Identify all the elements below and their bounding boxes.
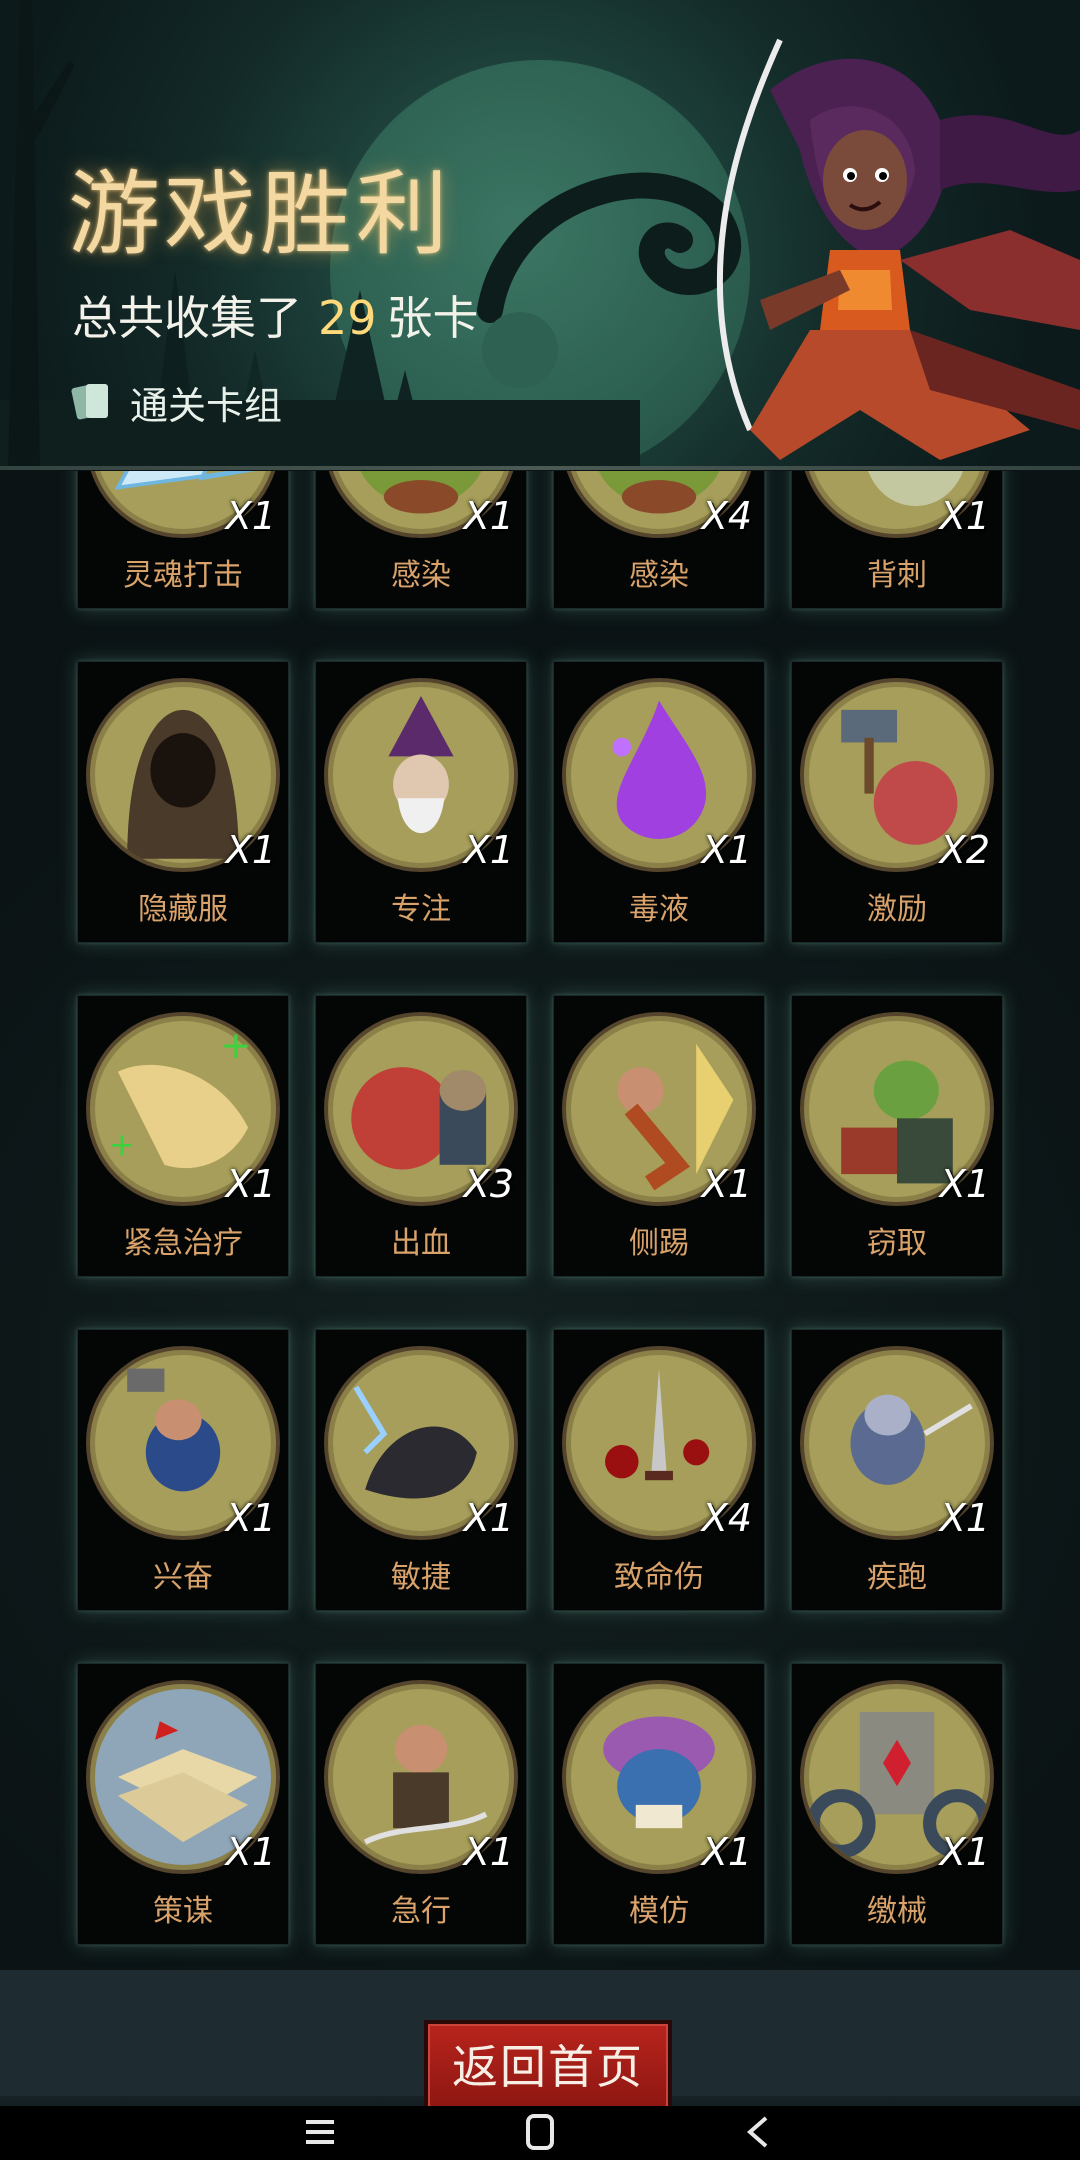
card-tile[interactable]: X1 敏捷 xyxy=(315,1329,527,1611)
card-name: 出血 xyxy=(391,1226,451,1261)
card-tile[interactable]: X1 感染 xyxy=(315,471,527,609)
card-tile[interactable]: X1 缴械 xyxy=(791,1663,1003,1945)
header-divider xyxy=(0,466,1080,470)
card-count: X1 xyxy=(701,1830,752,1874)
card-name: 感染 xyxy=(391,558,451,593)
card-tile[interactable]: X1 模仿 xyxy=(553,1663,765,1945)
card-tile[interactable]: X1 毒液 xyxy=(553,661,765,943)
svg-text:+: + xyxy=(109,1128,136,1164)
card-grid: X1 灵魂打击 X1 感染 X4 感染 X1 背刺 X1 隐藏服 X1 专注 X1 毒液 X2 激励 + + X1 紧… xyxy=(0,471,1080,1971)
card-tile[interactable]: X1 急行 xyxy=(315,1663,527,1945)
card-name: 专注 xyxy=(391,892,451,927)
card-count: X1 xyxy=(939,1496,990,1540)
card-name: 缴械 xyxy=(867,1894,927,1929)
card-name: 毒液 xyxy=(629,892,689,927)
victory-title: 游戏胜利 xyxy=(68,161,453,268)
card-name: 侧踢 xyxy=(629,1226,689,1261)
card-count: X1 xyxy=(939,1162,990,1206)
card-name: 紧急治疗 xyxy=(123,1226,243,1261)
card-tile[interactable]: X1 背刺 xyxy=(791,471,1003,609)
card-tile[interactable]: X4 致命伤 xyxy=(553,1329,765,1611)
victory-header: 游戏胜利 总共收集了 29 张卡 通关卡组 xyxy=(0,0,1080,470)
collected-suffix: 张卡 xyxy=(386,291,479,345)
card-name: 兴奋 xyxy=(153,1560,213,1595)
card-count: X4 xyxy=(701,1496,752,1540)
card-name: 疾跑 xyxy=(867,1560,927,1595)
card-count: X1 xyxy=(701,828,752,872)
cards-collected-summary: 总共收集了 29 张卡 xyxy=(72,282,479,348)
card-count: X4 xyxy=(701,494,752,538)
card-count: X1 xyxy=(463,494,514,538)
card-count: X1 xyxy=(463,1496,514,1540)
card-tile[interactable]: X1 专注 xyxy=(315,661,527,943)
card-tile[interactable]: X1 侧踢 xyxy=(553,995,765,1277)
system-nav-bar xyxy=(0,2106,1080,2160)
card-count: X1 xyxy=(225,828,276,872)
back-icon[interactable] xyxy=(730,2112,790,2152)
card-name: 敏捷 xyxy=(391,1560,451,1595)
card-tile[interactable]: X1 隐藏服 xyxy=(77,661,289,943)
card-count: X2 xyxy=(939,828,990,872)
card-name: 急行 xyxy=(391,1894,451,1929)
cards-icon xyxy=(71,384,108,420)
card-tile[interactable]: X3 出血 xyxy=(315,995,527,1277)
footer: 返回首页 xyxy=(0,1970,1080,2160)
card-name: 模仿 xyxy=(629,1894,689,1929)
hooded-archer-heroine xyxy=(716,38,1080,460)
card-tile[interactable]: + + X1 紧急治疗 xyxy=(77,995,289,1277)
card-tile[interactable]: X2 激励 xyxy=(791,661,1003,943)
card-count: X1 xyxy=(939,1830,990,1874)
card-count: X1 xyxy=(463,828,514,872)
collected-prefix: 总共收集了 xyxy=(72,291,302,345)
card-tile[interactable]: X1 疾跑 xyxy=(791,1329,1003,1611)
home-icon[interactable] xyxy=(510,2112,570,2152)
svg-text:+: + xyxy=(220,1023,251,1067)
card-name: 致命伤 xyxy=(614,1560,704,1595)
collected-count: 29 xyxy=(318,291,377,345)
view-deck-label: 通关卡组 xyxy=(130,383,283,428)
card-count: X1 xyxy=(225,1162,276,1206)
card-name: 激励 xyxy=(867,892,927,927)
card-count: X1 xyxy=(225,1830,276,1874)
card-name: 窃取 xyxy=(867,1226,927,1261)
view-deck-button[interactable]: 通关卡组 xyxy=(68,374,282,430)
card-name: 感染 xyxy=(629,558,689,593)
card-name: 隐藏服 xyxy=(138,892,228,927)
collected-cards-panel[interactable]: X1 灵魂打击 X1 感染 X4 感染 X1 背刺 X1 隐藏服 X1 专注 X1 毒液 X2 激励 + + X1 紧… xyxy=(0,471,1080,1971)
card-count: X1 xyxy=(701,1162,752,1206)
card-tile[interactable]: X1 灵魂打击 xyxy=(77,471,289,609)
card-tile[interactable]: X1 兴奋 xyxy=(77,1329,289,1611)
card-tile[interactable]: X1 窃取 xyxy=(791,995,1003,1277)
card-tile[interactable]: X1 策谋 xyxy=(77,1663,289,1945)
menu-icon[interactable] xyxy=(290,2112,350,2152)
card-count: X1 xyxy=(939,494,990,538)
card-name: 灵魂打击 xyxy=(123,558,243,593)
card-name: 策谋 xyxy=(153,1894,213,1929)
return-home-button[interactable]: 返回首页 xyxy=(424,2020,672,2114)
card-count: X1 xyxy=(463,1830,514,1874)
card-count: X1 xyxy=(225,494,276,538)
card-count: X1 xyxy=(225,1496,276,1540)
card-count: X3 xyxy=(463,1162,514,1206)
card-name: 背刺 xyxy=(867,558,927,593)
card-tile[interactable]: X4 感染 xyxy=(553,471,765,609)
